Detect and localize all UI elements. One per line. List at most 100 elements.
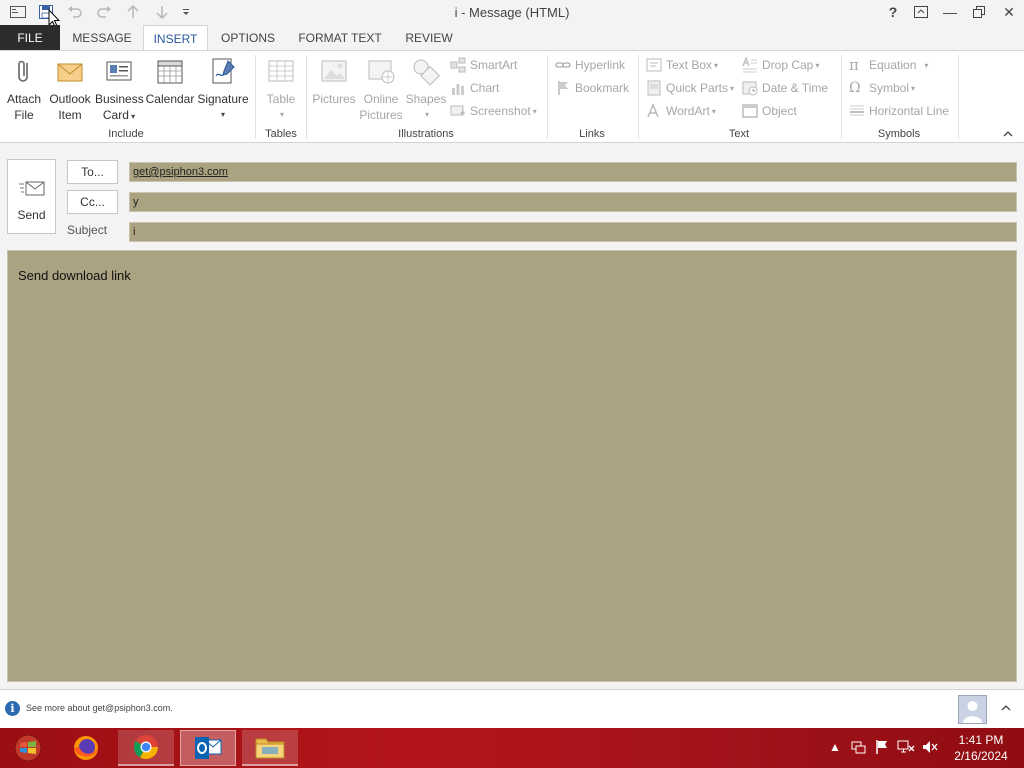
attach-file-button[interactable]: Attach File [4, 55, 44, 123]
bookmark-button[interactable]: Bookmark [555, 78, 629, 98]
tab-insert[interactable]: INSERT [143, 25, 208, 51]
online-pictures-icon [368, 60, 395, 84]
clock-date: 2/16/2024 [954, 749, 1008, 763]
arrow-down-icon[interactable] [152, 3, 172, 21]
arrow-up-icon[interactable] [123, 3, 143, 21]
text-box-button[interactable]: Text Box ▾ [646, 55, 718, 75]
group-divider [841, 55, 842, 139]
signature-button[interactable]: Signature ▾ [196, 55, 250, 123]
show-hidden-icons-icon[interactable]: ▲ [829, 740, 841, 754]
message-body[interactable]: Send download link [7, 250, 1017, 682]
title-bar: i - Message (HTML) ? — ✕ [0, 0, 1024, 28]
outlook-item-button[interactable]: Outlook Item [46, 55, 94, 123]
group-divider [306, 55, 307, 139]
recipient-address[interactable]: get@psiphon3.com [133, 166, 228, 178]
expand-people-pane-icon[interactable] [1001, 701, 1011, 715]
tab-format-text[interactable]: FORMAT TEXT [290, 25, 390, 51]
date-time-icon [742, 81, 758, 96]
action-center-flag-icon[interactable] [874, 739, 890, 758]
group-label-text: Text [728, 128, 750, 140]
tab-message[interactable]: MESSAGE [66, 25, 138, 51]
send-button[interactable]: Send [7, 159, 56, 234]
minimize-button[interactable]: — [937, 2, 963, 22]
firefox-icon [74, 736, 98, 760]
dropdown-caret-icon: ▾ [279, 110, 284, 119]
compose-area: Send To... Cc... Subject get@psiphon3.co… [0, 143, 1024, 689]
object-icon [742, 104, 758, 118]
subject-field[interactable]: i [129, 222, 1017, 242]
screenshot-button[interactable]: Screenshot ▾ [450, 101, 537, 121]
avatar[interactable] [958, 695, 987, 724]
online-pictures-button[interactable]: Online Pictures [358, 55, 404, 123]
chart-icon [452, 84, 464, 95]
symbol-button[interactable]: Ω Symbol ▾ [849, 78, 915, 98]
omega-icon: Ω [849, 80, 861, 96]
group-label-illustrations: Illustrations [398, 128, 454, 140]
tab-file[interactable]: FILE [0, 25, 60, 51]
wordart-icon [647, 103, 659, 118]
redo-icon[interactable] [94, 3, 114, 21]
taskbar-file-explorer[interactable] [242, 730, 298, 766]
shapes-icon [413, 59, 440, 86]
taskbar-firefox[interactable] [58, 730, 114, 766]
system-clock[interactable]: 1:41 PM 2/16/2024 [946, 732, 1016, 764]
dropdown-caret-icon: ▾ [714, 60, 719, 70]
close-button[interactable]: ✕ [996, 2, 1022, 22]
drop-cap-icon [742, 57, 757, 73]
wordart-button[interactable]: WordArt ▾ [646, 101, 716, 121]
drop-cap-button[interactable]: Drop Cap ▾ [742, 55, 819, 75]
to-button[interactable]: To... [67, 160, 118, 184]
date-time-button[interactable]: Date & Time [742, 78, 828, 98]
equation-button[interactable]: π Equation ▾ [849, 55, 928, 75]
pictures-button[interactable]: Pictures [311, 55, 357, 107]
ribbon-display-options-button[interactable] [908, 2, 934, 22]
table-button[interactable]: Table ▾ [261, 55, 301, 123]
text-box-icon [646, 58, 662, 72]
group-divider [255, 55, 256, 139]
signature-icon [212, 58, 235, 84]
message-body-text[interactable]: Send download link [18, 268, 131, 283]
people-pane-info[interactable]: See more about get@psiphon3.com. [26, 703, 173, 713]
quick-parts-button[interactable]: Quick Parts ▾ [646, 78, 734, 98]
business-card-icon [106, 61, 132, 81]
taskbar-chrome[interactable] [118, 730, 174, 766]
table-icon [268, 60, 294, 82]
object-button[interactable]: Object [742, 101, 797, 121]
calendar-button[interactable]: Calendar [145, 55, 195, 107]
start-button[interactable] [0, 730, 56, 766]
dropdown-caret-icon: ▾ [532, 106, 537, 116]
undo-icon[interactable] [65, 3, 85, 21]
outlook-window-icon[interactable] [8, 3, 28, 21]
envelope-item-icon [57, 63, 83, 82]
tab-review[interactable]: REVIEW [398, 25, 460, 51]
network-connection-icon[interactable] [897, 739, 915, 758]
restore-button[interactable] [966, 2, 992, 22]
smartart-icon [450, 57, 466, 73]
cc-field[interactable]: y [129, 192, 1017, 212]
info-icon: i [5, 701, 20, 716]
person-icon [963, 701, 982, 723]
quick-parts-icon [647, 80, 661, 96]
hyperlink-button[interactable]: Hyperlink [555, 55, 625, 75]
collapse-ribbon-icon[interactable] [1003, 127, 1013, 141]
help-button[interactable]: ? [880, 2, 906, 22]
chart-button[interactable]: Chart [450, 78, 499, 98]
volume-muted-icon[interactable] [921, 739, 939, 758]
customize-qat-icon[interactable] [176, 3, 196, 21]
to-field[interactable]: get@psiphon3.com [129, 162, 1017, 182]
horizontal-line-button[interactable]: Horizontal Line [849, 101, 949, 121]
dropdown-caret-icon: ▾ [730, 83, 735, 93]
cc-button[interactable]: Cc... [67, 190, 118, 214]
clock-time: 1:41 PM [958, 733, 1004, 747]
group-divider [638, 55, 639, 139]
screenshot-icon [450, 105, 465, 116]
network-icon[interactable] [850, 739, 866, 758]
taskbar-outlook[interactable] [180, 730, 236, 766]
dropdown-caret-icon: ▾ [924, 60, 929, 70]
shapes-button[interactable]: Shapes ▾ [404, 55, 448, 123]
tab-options[interactable]: OPTIONS [213, 25, 283, 51]
business-card-button[interactable]: Business Card ▾ [95, 55, 144, 125]
bookmark-flag-icon [558, 81, 568, 95]
smartart-button[interactable]: SmartArt [450, 55, 517, 75]
group-label-links: Links [579, 128, 605, 140]
